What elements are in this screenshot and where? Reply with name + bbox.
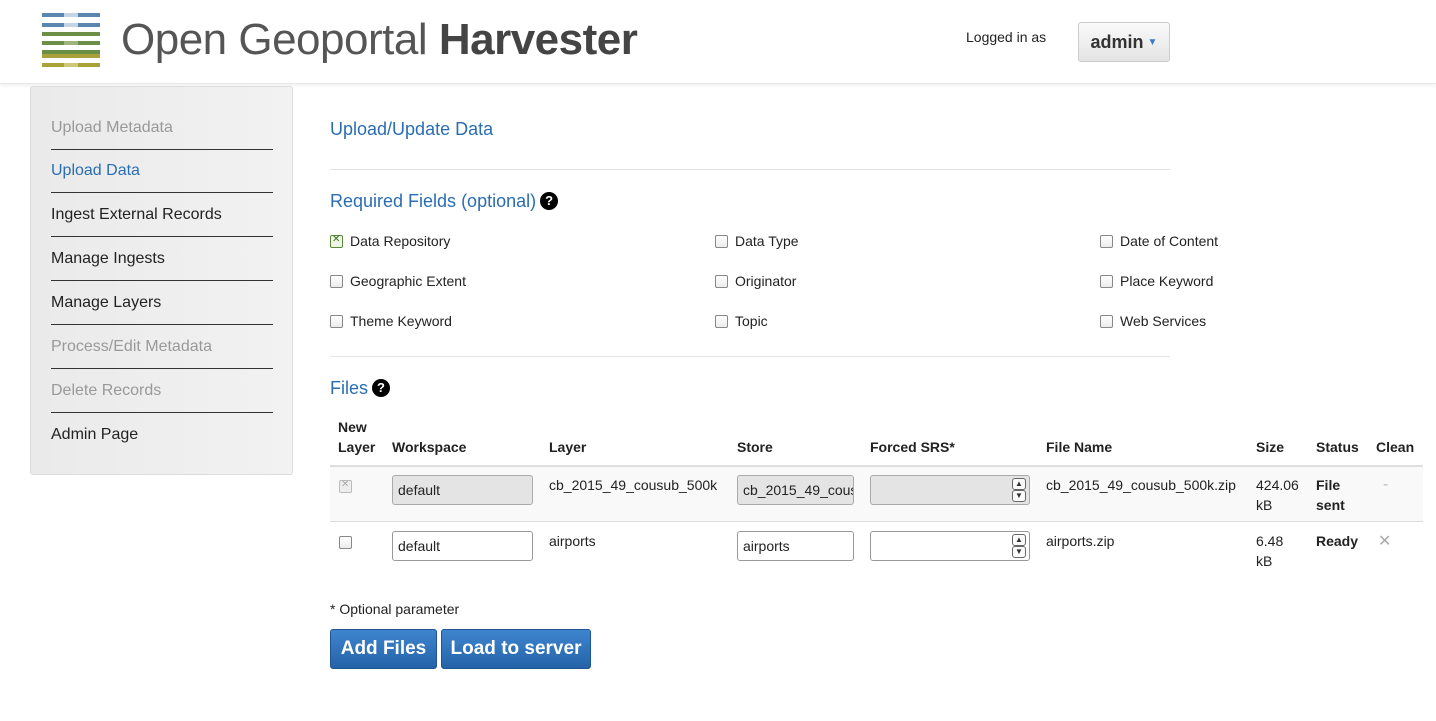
- forced-srs-input: ▲ ▼: [870, 475, 1030, 505]
- col-header-new-layer: New Layer: [338, 417, 375, 457]
- checkbox[interactable]: [330, 234, 343, 248]
- forced-srs-input[interactable]: ▲ ▼: [870, 531, 1030, 561]
- logged-in-label: Logged in as: [966, 29, 1047, 45]
- field-web-services[interactable]: Web Services: [1100, 313, 1206, 329]
- sidebar-item-upload-metadata[interactable]: Upload Metadata: [51, 106, 273, 150]
- app-title: Open Geoportal Harvester: [121, 14, 638, 66]
- col-header-clean: Clean: [1376, 439, 1415, 455]
- field-place-keyword[interactable]: Place Keyword: [1100, 273, 1213, 289]
- help-icon[interactable]: ?: [540, 192, 559, 210]
- size-value: 424.06: [1256, 477, 1299, 493]
- spin-down-icon[interactable]: ▼: [1012, 546, 1026, 558]
- field-topic[interactable]: Topic: [715, 313, 768, 329]
- sidebar-item-manage-ingests[interactable]: Manage Ingests: [51, 237, 273, 281]
- layer-cell: airports: [549, 533, 596, 549]
- clean-disabled-icon: -: [1383, 476, 1389, 493]
- layer-cell: cb_2015_49_cousub_500k: [549, 477, 718, 493]
- col-header-layer-word: Layer: [338, 439, 376, 455]
- checkbox[interactable]: [1100, 234, 1113, 248]
- sidebar-item-delete-records[interactable]: Delete Records: [51, 369, 273, 413]
- file-name-cell: airports.zip: [1046, 533, 1115, 549]
- header: Open Geoportal Harvester Logged in as ad…: [0, 0, 1436, 84]
- sidebar-item-process-edit-metadata[interactable]: Process/Edit Metadata: [51, 325, 273, 369]
- sidebar-item-admin-page[interactable]: Admin Page: [51, 413, 273, 457]
- new-layer-checkbox[interactable]: [339, 536, 352, 549]
- required-fields-label: Required Fields (optional): [330, 191, 537, 211]
- files-title: Files?: [330, 378, 391, 399]
- status-line-1: File: [1316, 477, 1341, 493]
- spinner[interactable]: ▲ ▼: [1012, 534, 1026, 558]
- user-menu-button[interactable]: admin ▼: [1078, 22, 1170, 62]
- field-date-of-content[interactable]: Date of Content: [1100, 233, 1218, 249]
- checkbox-label: Geographic Extent: [350, 273, 466, 289]
- workspace-input: default: [392, 475, 533, 505]
- spin-up-icon: ▲: [1012, 478, 1026, 490]
- spinner: ▲ ▼: [1012, 478, 1026, 502]
- col-header-file-name: File Name: [1046, 439, 1113, 455]
- col-header-forced-srs: Forced SRS*: [870, 439, 955, 455]
- checkbox-label: Topic: [735, 313, 768, 329]
- divider: [330, 356, 1170, 357]
- field-data-type[interactable]: Data Type: [715, 233, 799, 249]
- size-unit: kB: [1256, 497, 1273, 513]
- checkbox-label: Data Repository: [350, 233, 451, 249]
- app-title-bold: Harvester: [438, 15, 638, 64]
- status-cell: File sent: [1316, 475, 1345, 515]
- size-unit: kB: [1256, 553, 1273, 569]
- spin-down-icon: ▼: [1012, 490, 1026, 502]
- col-header-workspace: Workspace: [392, 439, 467, 455]
- col-header-new: New: [338, 419, 367, 435]
- size-value: 6.48: [1256, 533, 1284, 549]
- sidebar-item-manage-layers[interactable]: Manage Layers: [51, 281, 273, 325]
- checkbox[interactable]: [715, 234, 728, 248]
- checkbox[interactable]: [1100, 274, 1113, 288]
- col-header-store: Store: [737, 439, 773, 455]
- load-to-server-button[interactable]: Load to server: [441, 629, 591, 669]
- spin-up-icon[interactable]: ▲: [1012, 534, 1026, 546]
- size-cell: 424.06 kB: [1256, 475, 1299, 515]
- status-line-2: sent: [1316, 497, 1345, 513]
- checkbox-label: Date of Content: [1120, 233, 1219, 249]
- help-icon[interactable]: ?: [372, 379, 391, 397]
- required-fields-title: Required Fields (optional)?: [330, 191, 559, 212]
- col-header-status: Status: [1316, 439, 1359, 455]
- checkbox-label: Place Keyword: [1120, 273, 1214, 289]
- sidebar: Upload Metadata Upload Data Ingest Exter…: [30, 86, 293, 475]
- new-layer-checkbox: [339, 479, 352, 493]
- checkbox-label: Originator: [735, 273, 797, 289]
- col-header-size: Size: [1256, 439, 1285, 455]
- checkbox[interactable]: [715, 314, 728, 328]
- field-data-repository[interactable]: Data Repository: [330, 233, 450, 249]
- checkbox[interactable]: [715, 274, 728, 288]
- field-theme-keyword[interactable]: Theme Keyword: [330, 313, 452, 329]
- checkbox[interactable]: [330, 274, 343, 288]
- checkbox-label: Data Type: [735, 233, 799, 249]
- caret-down-icon: ▼: [1147, 36, 1158, 48]
- checkbox-label: Web Services: [1120, 313, 1207, 329]
- add-files-button[interactable]: Add Files: [330, 629, 437, 669]
- page-title: Upload/Update Data: [330, 119, 494, 139]
- app-title-light: Open Geoportal: [121, 15, 428, 64]
- workspace-input[interactable]: default: [392, 531, 533, 561]
- checkbox[interactable]: [330, 314, 343, 328]
- checkbox-label: Theme Keyword: [350, 313, 452, 329]
- sidebar-item-upload-data[interactable]: Upload Data: [51, 149, 273, 193]
- clean-close-icon[interactable]: ✕: [1378, 531, 1391, 551]
- logo-icon: [42, 13, 100, 67]
- status-cell: Ready: [1316, 533, 1359, 549]
- store-input[interactable]: airports: [737, 531, 854, 561]
- optional-parameter-note: * Optional parameter: [330, 601, 460, 617]
- checkbox[interactable]: [1100, 314, 1113, 328]
- col-header-layer: Layer: [549, 439, 587, 455]
- field-geographic-extent[interactable]: Geographic Extent: [330, 273, 466, 289]
- size-cell: 6.48 kB: [1256, 531, 1283, 571]
- files-label: Files: [330, 378, 369, 398]
- field-originator[interactable]: Originator: [715, 273, 796, 289]
- file-name-cell: cb_2015_49_cousub_500k.zip: [1046, 477, 1236, 493]
- user-name: admin: [1090, 31, 1144, 52]
- divider: [330, 169, 1170, 170]
- store-input: cb_2015_49_cousub_500k: [737, 475, 854, 505]
- sidebar-item-ingest-external-records[interactable]: Ingest External Records: [51, 193, 273, 237]
